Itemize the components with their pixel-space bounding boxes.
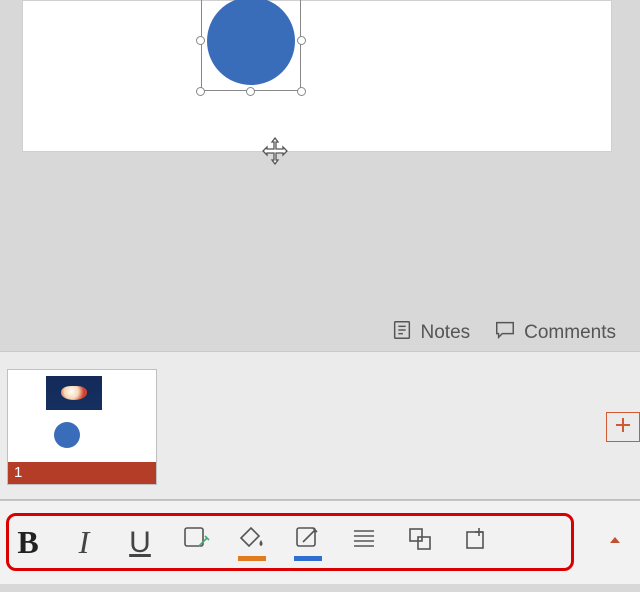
underline-button[interactable]: U xyxy=(112,515,168,571)
shape-style-icon xyxy=(181,524,211,562)
new-slide-button[interactable] xyxy=(606,412,640,442)
italic-icon: I xyxy=(79,524,90,561)
resize-handle-mr[interactable] xyxy=(297,36,306,45)
selected-shape[interactable] xyxy=(201,0,301,91)
arrange-icon xyxy=(405,524,435,562)
resize-handle-ml[interactable] xyxy=(196,36,205,45)
slide-thumbnail[interactable]: 1 xyxy=(8,370,156,484)
insert-icon xyxy=(461,524,491,562)
shape-style-button[interactable] xyxy=(168,515,224,571)
thumbnail-image xyxy=(46,376,102,410)
notes-button[interactable]: Notes xyxy=(391,319,471,347)
format-toolbar: B I U xyxy=(0,500,640,584)
resize-handle-bm[interactable] xyxy=(246,87,255,96)
status-bar: Notes Comments xyxy=(0,314,640,352)
thumbnail-index: 1 xyxy=(14,464,22,481)
thumbnail-shape-circle xyxy=(54,422,80,448)
comments-icon xyxy=(494,319,516,347)
italic-button[interactable]: I xyxy=(56,515,112,571)
underline-icon: U xyxy=(129,526,151,560)
thumbnail-index-band: 1 xyxy=(8,462,156,484)
align-icon xyxy=(349,524,379,562)
fill-color-button[interactable] xyxy=(224,515,280,571)
plus-icon xyxy=(613,415,633,440)
outline-color-swatch xyxy=(294,556,322,561)
move-cursor-icon xyxy=(261,137,289,165)
fill-color-swatch xyxy=(238,556,266,561)
comments-button[interactable]: Comments xyxy=(494,319,616,347)
slide-canvas[interactable] xyxy=(22,0,612,152)
expand-up-icon xyxy=(608,533,622,552)
bold-icon: B xyxy=(17,524,38,561)
notes-icon xyxy=(391,319,413,347)
comments-label: Comments xyxy=(524,322,616,344)
thumbnail-strip: 1 xyxy=(0,352,640,500)
circle-shape[interactable] xyxy=(207,0,295,85)
arrange-button[interactable] xyxy=(392,515,448,571)
canvas-area xyxy=(0,0,640,152)
resize-handle-bl[interactable] xyxy=(196,87,205,96)
outline-color-button[interactable] xyxy=(280,515,336,571)
bold-button[interactable]: B xyxy=(0,515,56,571)
insert-button[interactable] xyxy=(448,515,504,571)
expand-toolbar-button[interactable] xyxy=(604,531,626,553)
notes-label: Notes xyxy=(421,322,471,344)
align-button[interactable] xyxy=(336,515,392,571)
resize-handle-br[interactable] xyxy=(297,87,306,96)
